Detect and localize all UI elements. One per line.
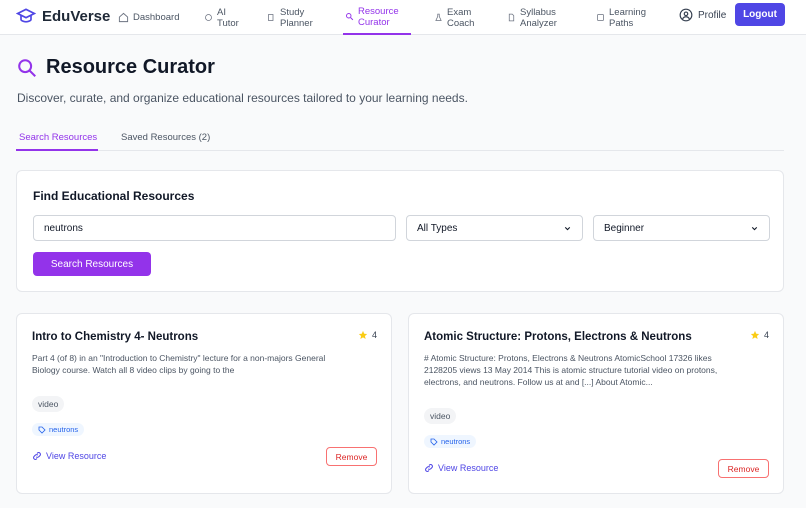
profile-label: Profile (698, 9, 727, 21)
tab-saved-resources[interactable]: Saved Resources (2) (121, 126, 210, 151)
tag-icon (38, 426, 46, 434)
flask-icon (435, 13, 442, 21)
brand-name: EduVerse (42, 7, 111, 25)
tag-badge: neutrons (32, 423, 85, 436)
search-button[interactable]: Search Resources (33, 252, 151, 276)
chat-icon (205, 14, 212, 21)
tag-label: neutrons (441, 437, 471, 446)
nav-label: Resource Curator (358, 5, 399, 28)
graduation-cap-icon (16, 8, 36, 23)
star-icon (750, 330, 760, 339)
star-icon (358, 330, 368, 339)
tag-badge: neutrons (424, 435, 477, 448)
nav-label: AI Tutor (217, 6, 239, 29)
resource-description: Part 4 (of 8) in an "Introduction to Che… (32, 353, 326, 375)
link-icon (425, 464, 433, 472)
type-badge: video (32, 396, 65, 412)
view-resource-link[interactable]: View Resource (424, 463, 498, 473)
type-select[interactable]: All Types (406, 215, 583, 241)
nav-label: Syllabus Analyzer (520, 6, 557, 29)
search-icon (346, 13, 354, 21)
nav-label: Study Planner (280, 6, 313, 29)
view-resource-label: View Resource (46, 451, 107, 461)
search-heading: Find Educational Resources (33, 189, 195, 203)
view-resource-label: View Resource (438, 463, 499, 473)
top-nav: EduVerse Dashboard AI Tutor Study Planne… (0, 0, 806, 35)
nav-label: Exam Coach (447, 6, 475, 29)
tab-bar: Search Resources Saved Resources (2) (16, 126, 784, 151)
resource-card: Intro to Chemistry 4- Neutrons 4 Part 4 … (16, 313, 392, 494)
user-icon (679, 8, 693, 22)
chevron-down-icon (564, 226, 571, 230)
resource-description: # Atomic Structure: Protons, Electrons &… (424, 353, 718, 387)
tag-label: neutrons (49, 425, 79, 434)
resource-card: Atomic Structure: Protons, Electrons & N… (408, 313, 784, 494)
page-title: Resource Curator (46, 56, 215, 78)
type-select-value: All Types (417, 222, 458, 234)
rating-value: 4 (763, 330, 769, 340)
nav-item-study-planner[interactable]: Study Planner (267, 0, 313, 35)
page-subtitle: Discover, curate, and organize education… (17, 91, 468, 105)
search-panel: Find Educational Resources All Types Beg… (16, 170, 784, 292)
remove-button[interactable]: Remove (718, 459, 769, 478)
home-icon (118, 12, 129, 23)
chevron-down-icon (751, 226, 758, 230)
document-icon (508, 13, 515, 22)
nav-item-dashboard[interactable]: Dashboard (118, 0, 179, 35)
resource-title: Intro to Chemistry 4- Neutrons (32, 331, 199, 343)
search-input[interactable] (33, 215, 396, 241)
tab-search-resources[interactable]: Search Resources (16, 126, 98, 151)
nav-item-exam-coach[interactable]: Exam Coach (434, 0, 474, 35)
tag-icon (430, 438, 438, 446)
nav-item-resource-curator[interactable]: Resource Curator (343, 0, 411, 35)
path-icon (597, 14, 604, 21)
link-icon (33, 452, 41, 460)
logout-button[interactable]: Logout (735, 3, 785, 26)
search-icon (18, 58, 36, 77)
book-icon (268, 14, 274, 21)
rating: 4 (358, 330, 377, 340)
level-select-value: Beginner (604, 222, 645, 234)
resource-title: Atomic Structure: Protons, Electrons & N… (424, 331, 692, 343)
type-badge: video (424, 408, 457, 424)
nav-label: Learning Paths (609, 6, 646, 29)
rating: 4 (750, 330, 769, 340)
view-resource-link[interactable]: View Resource (32, 451, 106, 461)
level-select[interactable]: Beginner (593, 215, 770, 241)
nav-item-learning-paths[interactable]: Learning Paths (596, 0, 646, 35)
nav-item-ai-tutor[interactable]: AI Tutor (204, 0, 239, 35)
page-header: Resource Curator (16, 56, 215, 79)
brand[interactable]: EduVerse (16, 6, 110, 26)
nav-item-syllabus-analyzer[interactable]: Syllabus Analyzer (507, 0, 557, 35)
remove-button[interactable]: Remove (326, 447, 377, 466)
profile-link[interactable]: Profile (679, 8, 726, 22)
nav-label: Dashboard (133, 12, 180, 23)
rating-value: 4 (371, 330, 377, 340)
